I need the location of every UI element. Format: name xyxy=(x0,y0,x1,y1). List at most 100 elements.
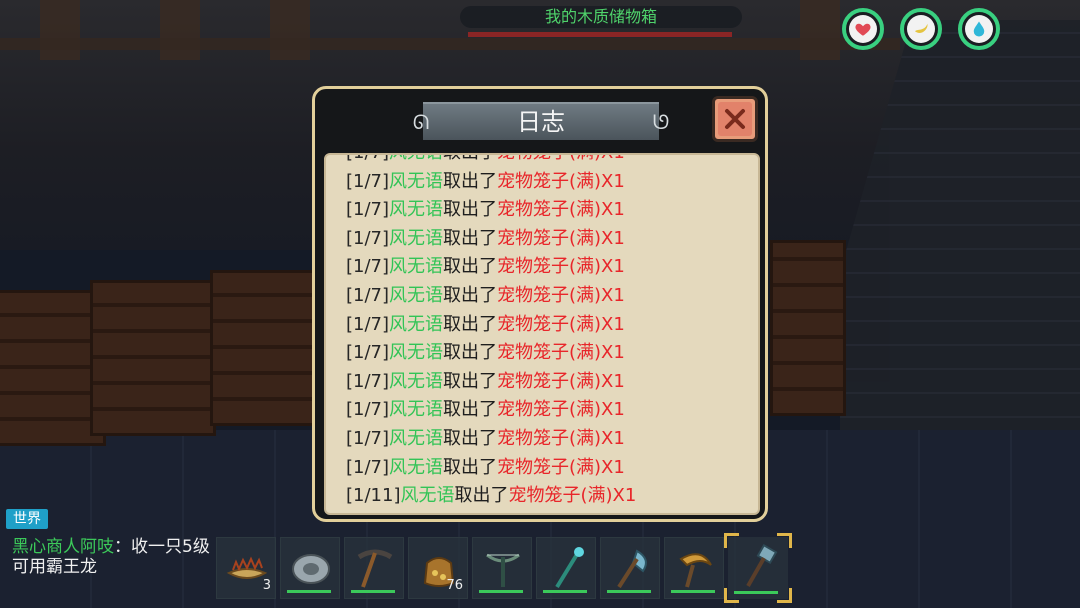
item-count: 76 xyxy=(446,578,463,593)
log-line: [1/11]风无语取出了宠物笼子(满)X1 xyxy=(346,482,636,511)
log-line: [1/7]风无语取出了宠物笼子(满)X1 xyxy=(346,155,636,168)
log-item: 宠物笼子(满)X1 xyxy=(497,256,625,278)
log-item: 宠物笼子(满)X1 xyxy=(497,170,625,192)
log-item: 宠物笼子(满)X1 xyxy=(497,427,625,449)
log-date: [1/7] xyxy=(346,256,390,278)
log-player-name: 风无语 xyxy=(389,313,444,335)
log-action: 取出了 xyxy=(443,256,498,278)
durability-bar xyxy=(607,590,651,593)
log-date: [1/7] xyxy=(346,199,390,221)
hotbar-slot[interactable] xyxy=(600,537,660,599)
log-line: [1/7]风无语取出了宠物笼子(满)X1 xyxy=(346,454,636,483)
sickle-icon xyxy=(679,553,712,588)
log-player-name: 风无语 xyxy=(389,170,444,192)
log-action: 取出了 xyxy=(454,485,509,507)
log-line: [1/7]风无语取出了宠物笼子(满)X1 xyxy=(346,425,636,454)
log-date: [1/7] xyxy=(346,284,390,306)
dialog-title-plate: ᘏ ᘎ 日志 xyxy=(413,102,669,140)
close-icon xyxy=(725,109,745,129)
log-action: 取出了 xyxy=(443,227,498,249)
log-date: [1/7] xyxy=(346,370,390,392)
hotbar-slot[interactable] xyxy=(724,533,792,603)
log-player-name: 风无语 xyxy=(389,427,444,449)
log-action: 取出了 xyxy=(443,370,498,392)
log-action: 取出了 xyxy=(443,342,498,364)
wooden-crate xyxy=(210,270,316,426)
log-dialog: ᘏ ᘎ 日志 [1/7]风无语取出了宠物笼子(满)X1 [1/7]风无语取出了宠物… xyxy=(312,86,768,522)
log-action: 取出了 xyxy=(443,456,498,478)
log-action: 取出了 xyxy=(443,170,498,192)
log-action: 取出了 xyxy=(443,427,498,449)
log-player-name: 风无语 xyxy=(389,155,443,163)
log-date: [1/7] xyxy=(346,399,390,421)
beam xyxy=(160,0,200,60)
log-line: [1/7]风无语取出了宠物笼子(满)X1 xyxy=(346,282,636,311)
log-item: 宠物笼子(满)X1 xyxy=(497,155,625,163)
log-item: 宠物笼子(满)X1 xyxy=(497,199,625,221)
storage-title: 我的木质储物箱 xyxy=(460,6,742,28)
log-date: [1/7] xyxy=(346,155,389,163)
selection-corner xyxy=(777,533,792,548)
hotbar-slot[interactable]: 3 xyxy=(216,537,276,599)
log-date: [1/7] xyxy=(346,342,390,364)
hotbar-slot[interactable] xyxy=(344,537,404,599)
heart-icon xyxy=(855,23,871,36)
log-item: 宠物笼子(满)X1 xyxy=(497,284,625,306)
log-date: [1/7] xyxy=(346,427,390,449)
water-stat xyxy=(958,8,1000,50)
log-line: [1/7]风无语取出了宠物笼子(满)X1 xyxy=(346,339,636,368)
wooden-crate xyxy=(90,280,216,436)
log-player-name: 风无语 xyxy=(400,485,455,507)
log-panel[interactable]: [1/7]风无语取出了宠物笼子(满)X1 [1/7]风无语取出了宠物笼子(满)X1… xyxy=(324,153,760,515)
item-count: 3 xyxy=(262,578,271,593)
log-item: 宠物笼子(满)X1 xyxy=(497,456,625,478)
log-list: [1/7]风无语取出了宠物笼子(满)X1 [1/7]风无语取出了宠物笼子(满)X1… xyxy=(346,155,636,511)
close-button[interactable] xyxy=(712,96,758,142)
water-drop-icon xyxy=(973,21,985,37)
log-player-name: 风无语 xyxy=(389,284,444,306)
log-line: [1/7]风无语取出了宠物笼子(满)X1 xyxy=(346,368,636,397)
log-item: 宠物笼子(满)X1 xyxy=(497,399,625,421)
durability-bar xyxy=(734,591,778,594)
health-stat xyxy=(842,8,884,50)
pickaxe-icon xyxy=(357,549,393,588)
hunger-stat xyxy=(900,8,942,50)
log-player-name: 风无语 xyxy=(389,256,444,278)
log-player-name: 风无语 xyxy=(389,399,444,421)
log-action: 取出了 xyxy=(443,199,498,221)
log-line: [1/7]风无语取出了宠物笼子(满)X1 xyxy=(346,196,636,225)
log-action: 取出了 xyxy=(443,399,498,421)
chat-message: 黑心商人阿吱：收一只5级可用霸王龙 xyxy=(12,537,212,577)
hotbar-slot[interactable] xyxy=(664,537,724,599)
beam xyxy=(40,0,80,60)
log-date: [1/7] xyxy=(346,227,390,249)
log-player-name: 风无语 xyxy=(389,227,444,249)
selection-corner xyxy=(777,588,792,603)
log-item: 宠物笼子(满)X1 xyxy=(497,342,625,364)
durability-bar xyxy=(671,590,715,593)
log-player-name: 风无语 xyxy=(389,199,444,221)
chat-sender: 黑心商人阿吱 xyxy=(12,537,114,557)
wooden-crate xyxy=(770,240,846,416)
shelf xyxy=(0,38,900,50)
log-action: 取出了 xyxy=(443,313,498,335)
log-date: [1/7] xyxy=(346,456,390,478)
log-action: 取出了 xyxy=(443,155,497,163)
log-line: [1/7]风无语取出了宠物笼子(满)X1 xyxy=(346,311,636,340)
hotbar-slot[interactable] xyxy=(280,537,340,599)
hotbar-slot[interactable]: 76 xyxy=(408,537,468,599)
shield-icon xyxy=(292,554,330,584)
log-line: [1/7]风无语取出了宠物笼子(满)X1 xyxy=(346,225,636,254)
hammer-icon xyxy=(746,543,778,587)
chat-channel-tab[interactable]: 世界 xyxy=(6,509,48,529)
log-player-name: 风无语 xyxy=(389,342,444,364)
hotbar-slot[interactable] xyxy=(536,537,596,599)
log-line: [1/7]风无语取出了宠物笼子(满)X1 xyxy=(346,253,636,282)
durability-bar xyxy=(351,590,395,593)
dialog-title: 日志 xyxy=(517,108,565,136)
chat-separator: ： xyxy=(114,537,131,557)
log-action: 取出了 xyxy=(443,284,498,306)
selection-corner xyxy=(724,533,739,548)
hotbar-slot[interactable] xyxy=(472,537,532,599)
log-line: [1/7]风无语取出了宠物笼子(满)X1 xyxy=(346,168,636,197)
